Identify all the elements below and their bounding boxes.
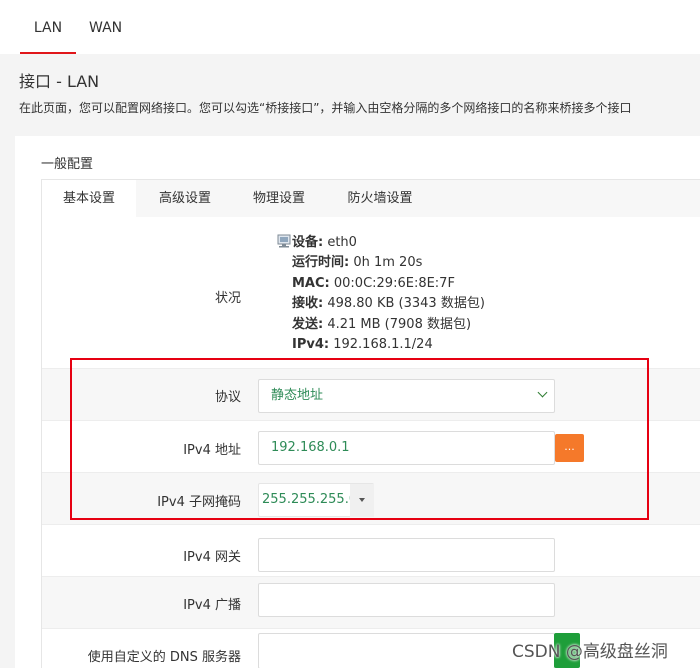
ipv4-netmask-row: IPv4 子网掩码 255.255.255.0 — [42, 473, 700, 525]
chevron-down-icon — [537, 387, 548, 398]
watermark: CSDN @高级盘丝洞 — [512, 642, 668, 662]
status-divider — [259, 358, 492, 359]
status-rx-line: 接收: 498.80 KB (3343 数据包) — [277, 294, 485, 314]
status-uptime-value: 0h 1m 20s — [349, 255, 423, 271]
ipv4-broadcast-input[interactable] — [258, 583, 555, 617]
status-uptime-key: 运行时间: — [292, 255, 350, 271]
protocol-row: 协议 静态地址 — [42, 368, 700, 421]
ipv4-netmask-label: IPv4 子网掩码 — [157, 495, 241, 510]
status-tx-key: 发送: — [292, 316, 324, 332]
status-uptime-line: 运行时间: 0h 1m 20s — [277, 253, 485, 273]
dns-server-input[interactable] — [258, 633, 555, 668]
ipv4-address-label: IPv4 地址 — [183, 443, 241, 458]
ipv4-gateway-input[interactable] — [258, 538, 555, 572]
tab-basic-settings[interactable]: 基本设置 — [42, 180, 136, 219]
tab-wan[interactable]: WAN — [89, 0, 122, 54]
status-mac-key: MAC: — [292, 275, 330, 291]
status-info: 设备: eth0 运行时间: 0h 1m 20s MAC: 00:0C:29:6… — [277, 233, 485, 355]
dns-server-label: 使用自定义的 DNS 服务器 — [87, 650, 241, 665]
ipv4-address-input[interactable]: 192.168.0.1 — [258, 431, 555, 465]
ipv4-address-more-button[interactable]: ... — [555, 434, 584, 462]
section-title: 一般配置 — [41, 157, 94, 172]
status-row: 状况 设备: eth0 运行时间: 0h 1m 20s MAC: 00:0C:2… — [42, 217, 700, 368]
status-rx-value: 498.80 KB (3343 数据包) — [323, 296, 485, 312]
status-device-key: 设备: — [292, 235, 324, 250]
protocol-label: 协议 — [214, 390, 241, 405]
tab-firewall-settings[interactable]: 防火墙设置 — [332, 180, 428, 218]
netmask-dropdown-toggle[interactable] — [350, 484, 374, 517]
ipv4-broadcast-label: IPv4 广播 — [183, 598, 241, 613]
ipv4-gateway-label: IPv4 网关 — [183, 550, 241, 565]
status-device-value: eth0 — [323, 235, 357, 250]
ipv4-broadcast-row: IPv4 广播 — [42, 577, 700, 629]
status-device-line: 设备: eth0 — [277, 233, 485, 253]
form-area: 状况 设备: eth0 运行时间: 0h 1m 20s MAC: 00:0C:2… — [41, 217, 700, 668]
status-rx-key: 接收: — [292, 296, 324, 312]
page-description: 在此页面，您可以配置网络接口。您可以勾选“桥接接口”，并输入由空格分隔的多个网络… — [19, 101, 632, 115]
status-tx-line: 发送: 4.21 MB (7908 数据包) — [277, 315, 485, 335]
status-tx-value: 4.21 MB (7908 数据包) — [323, 316, 472, 332]
status-ipv4-value: 192.168.1.1/24 — [329, 337, 433, 353]
ipv4-address-value: 192.168.0.1 — [271, 440, 350, 455]
subtab-bar: 基本设置 高级设置 物理设置 防火墙设置 — [41, 179, 700, 219]
tab-physical-settings[interactable]: 物理设置 — [237, 180, 321, 218]
status-ipv4-key: IPv4: — [292, 337, 330, 353]
top-tab-bar: LAN WAN — [0, 0, 700, 54]
page-title: 接口 - LAN — [19, 72, 100, 91]
protocol-select-value: 静态地址 — [271, 388, 324, 403]
status-mac-value: 00:0C:29:6E:8E:7F — [329, 275, 455, 291]
ipv4-netmask-value: 255.255.255.0 — [262, 492, 358, 507]
tab-lan[interactable]: LAN — [20, 0, 76, 54]
status-label: 状况 — [214, 291, 241, 306]
ipv4-gateway-row: IPv4 网关 — [42, 525, 700, 577]
caret-down-icon — [359, 498, 365, 502]
tab-advanced-settings[interactable]: 高级设置 — [143, 180, 227, 218]
status-mac-line: MAC: 00:0C:29:6E:8E:7F — [277, 274, 485, 294]
protocol-select[interactable]: 静态地址 — [258, 379, 555, 413]
ipv4-address-row: IPv4 地址 192.168.0.1 ... — [42, 421, 700, 473]
status-ipv4-line: IPv4: 192.168.1.1/24 — [277, 335, 485, 355]
ethernet-device-icon — [277, 234, 291, 248]
